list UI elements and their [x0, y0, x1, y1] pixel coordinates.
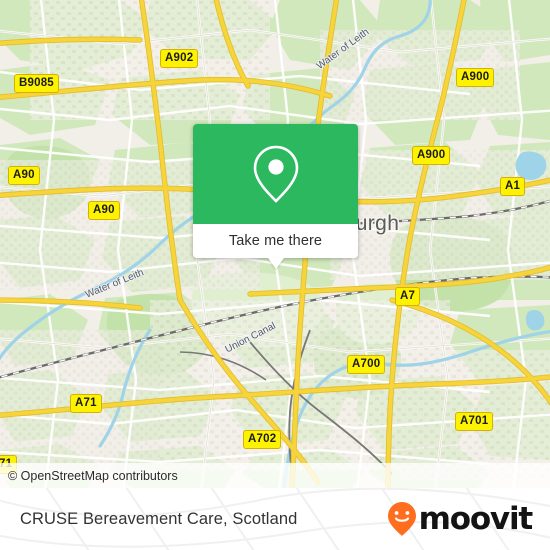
road-shield-a71[interactable]: A71	[70, 394, 102, 413]
map-attribution: © OpenStreetMap contributors	[0, 463, 550, 488]
map-pin-icon	[253, 145, 298, 203]
road-shield-b9085[interactable]: B9085	[14, 74, 59, 93]
road-shield-a900-east[interactable]: A900	[412, 146, 451, 165]
moovit-smiley-pin-icon	[387, 502, 416, 536]
attribution-text: © OpenStreetMap contributors	[8, 468, 178, 483]
road-shield-a900-north[interactable]: A900	[456, 68, 495, 87]
map-canvas[interactable]: Water of Leith Water of Leith Union Cana…	[0, 0, 550, 488]
card-pointer-tail	[267, 258, 284, 269]
road-shield-a700[interactable]: A700	[347, 355, 386, 374]
road-shield-a90[interactable]: A90	[88, 201, 120, 220]
road-shield-a702[interactable]: A702	[243, 430, 282, 449]
map-screenshot: Water of Leith Water of Leith Union Cana…	[0, 0, 550, 550]
take-me-there-card[interactable]: Take me there	[193, 124, 358, 269]
road-shield-a7[interactable]: A7	[395, 287, 421, 306]
moovit-logo[interactable]: moovit	[387, 488, 534, 550]
road-shield-a902[interactable]: A902	[160, 49, 199, 68]
card-marker-area	[193, 124, 358, 224]
road-shield-a90-west[interactable]: A90	[8, 166, 40, 185]
footer-bar: CRUSE Bereavement Care, Scotland moovit	[0, 488, 550, 550]
place-title: CRUSE Bereavement Care, Scotland	[20, 509, 298, 528]
road-shield-a701[interactable]: A701	[455, 412, 494, 431]
moovit-wordmark: moovit	[418, 500, 534, 537]
road-shield-a1[interactable]: A1	[500, 177, 526, 196]
take-me-there-label[interactable]: Take me there	[193, 224, 358, 258]
